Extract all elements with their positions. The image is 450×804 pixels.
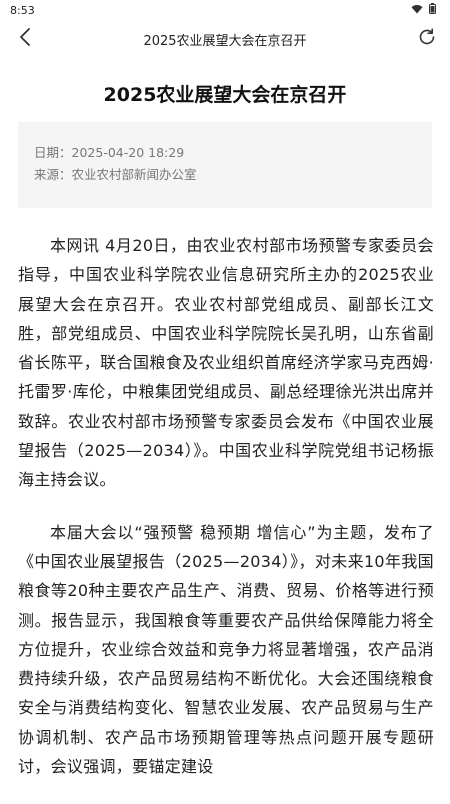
- nav-title: 2025农业展望大会在京召开: [143, 33, 307, 49]
- refresh-icon: [417, 27, 437, 51]
- article-meta: 日期：2025-04-20 18:29 来源：农业农村部新闻办公室: [18, 122, 432, 208]
- chevron-left-icon: [18, 27, 32, 51]
- date-label: 日期：: [34, 145, 72, 160]
- article-paragraph: 本届大会以“强预警 稳预期 增信心”为主题，发布了《中国农业展望报告（2025—…: [18, 522, 434, 777]
- status-icons: [411, 3, 436, 17]
- battery-icon: [429, 3, 436, 17]
- back-button[interactable]: [14, 28, 36, 50]
- refresh-button[interactable]: [416, 28, 438, 50]
- nav-bar: 2025农业展望大会在京召开: [0, 20, 450, 58]
- meta-date: 日期：2025-04-20 18:29: [34, 142, 432, 164]
- wifi-icon: [411, 4, 423, 17]
- status-bar: 8:53: [0, 0, 450, 20]
- date-value: 2025-04-20 18:29: [71, 145, 185, 160]
- status-time: 8:53: [10, 3, 35, 17]
- meta-source: 来源：农业农村部新闻办公室: [34, 164, 432, 186]
- article-title: 2025农业展望大会在京召开: [103, 84, 347, 106]
- source-label: 来源：: [34, 167, 72, 182]
- article-body: 本网讯 4月20日，由农业农村部市场预警专家委员会指导，中国农业科学院农业信息研…: [18, 231, 434, 804]
- article-paragraph: 本网讯 4月20日，由农业农村部市场预警专家委员会指导，中国农业科学院农业信息研…: [18, 236, 434, 490]
- source-value: 农业农村部新闻办公室: [71, 167, 197, 182]
